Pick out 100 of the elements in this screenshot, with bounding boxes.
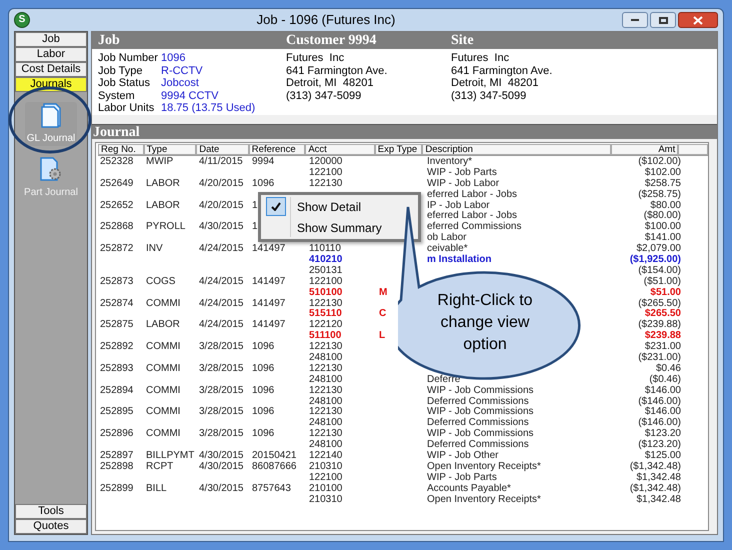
- table-cell-text: 515110: [309, 309, 343, 320]
- table-cell-text: 120000: [309, 157, 344, 168]
- table-cell-text: $51.00: [650, 288, 681, 298]
- column-header[interactable]: Description: [422, 144, 611, 155]
- table-cell-text: 122130: [309, 429, 344, 440]
- column-header[interactable]: Date: [196, 144, 249, 155]
- table-cell-text: 122140: [309, 451, 344, 462]
- table-cell-text: eferred Labor - Jobs: [427, 211, 518, 222]
- table-cell-text: ($146.00): [637, 418, 681, 428]
- table-cell-text: 252895: [100, 407, 134, 418]
- table-cell-text: 4/24/2015: [199, 320, 244, 332]
- sidebar-tab[interactable]: Job: [15, 32, 87, 47]
- callout-text: change view: [440, 313, 530, 333]
- field-label: System: [98, 90, 136, 102]
- table-cell-text: COMMI: [146, 407, 182, 418]
- section-title: Job: [98, 32, 121, 50]
- table-cell-text: 510100: [309, 288, 344, 299]
- table-cell-text: Deferre: [427, 374, 462, 386]
- table-cell-text: WIP - Job Commissions: [427, 386, 535, 396]
- table-cell-text: COMMI: [146, 364, 182, 375]
- table-cell-text: $100.00: [644, 222, 681, 232]
- table-cell-text: IP - Job Labor: [427, 200, 491, 211]
- table-cell-text: 252873: [100, 276, 134, 288]
- column-header[interactable]: Exp Type: [374, 144, 422, 155]
- table-cell-text: Deferred Commissions: [427, 440, 530, 450]
- table-cell-text: ($258.75): [637, 190, 681, 200]
- table-cell-text: ($102.00): [637, 157, 681, 167]
- table-cell-text: ($265.50): [637, 298, 681, 309]
- column-header[interactable]: Amt: [610, 144, 678, 155]
- table-cell-text: 252649: [100, 178, 134, 190]
- table-cell-text: ($146.00): [637, 396, 681, 407]
- table-cell-text: 252652: [100, 200, 134, 212]
- minimize-button[interactable]: [622, 12, 648, 28]
- window-title: Job - 1096 (Futures Inc): [256, 11, 396, 30]
- field-value: 1096: [161, 52, 186, 64]
- table-cell-text: 4/11/2015: [199, 157, 244, 168]
- table-cell-text: M: [379, 288, 388, 299]
- app-logo: S: [14, 12, 30, 28]
- table-cell-text: COMMI: [146, 386, 182, 397]
- table-cell-text: 248100: [309, 353, 344, 364]
- close-button[interactable]: [678, 12, 718, 28]
- table-cell-text: 20150421: [252, 451, 298, 462]
- table-cell-text: WIP - Job Parts: [427, 472, 498, 484]
- table-cell-text: $2,079.00: [636, 244, 681, 254]
- table-cell-text: COMMI: [146, 298, 182, 310]
- table-cell-text: 8757643: [252, 484, 292, 495]
- customer-address-line: Futures Inc: [286, 52, 346, 64]
- table-cell-text: ($239.88): [637, 320, 681, 330]
- table-cell-text: 141497: [252, 276, 286, 288]
- table-cell-text: 122130: [309, 298, 344, 309]
- table-cell-text: eferred Labor - Jobs: [427, 190, 518, 200]
- table-cell-text: 1096: [252, 407, 276, 418]
- table-cell-text: L: [379, 331, 386, 342]
- table-cell-text: Deferred Commissions: [427, 396, 529, 407]
- column-header[interactable]: Acct: [305, 144, 375, 155]
- table-cell-text: MWIP: [146, 157, 174, 168]
- sidebar-tab[interactable]: Quotes: [15, 519, 87, 534]
- table-cell-text: RCPT: [146, 462, 174, 473]
- section-title: Customer 9994: [286, 32, 378, 50]
- site-address-line: (313) 347-5099: [451, 90, 528, 102]
- table-cell-text: 141497: [252, 244, 286, 256]
- column-header[interactable]: Reg No.: [98, 144, 144, 155]
- table-cell-text: ($154.00): [638, 266, 681, 276]
- table-cell-text: $265.50: [644, 309, 681, 320]
- table-cell-text: 1096: [252, 364, 276, 375]
- table-cell-text: 252328: [100, 157, 134, 168]
- table-cell-text: 410210: [309, 255, 344, 266]
- table-cell-text: 252894: [100, 386, 134, 397]
- table-cell-text: 122130: [309, 407, 344, 418]
- sidebar-tab[interactable]: Tools: [15, 504, 87, 519]
- table-cell-text: 250131: [309, 266, 344, 277]
- table-cell-text: 3/28/2015: [199, 429, 244, 440]
- table-cell-text: 4/24/2015: [199, 244, 244, 256]
- table-cell-text: COGS: [146, 276, 176, 288]
- field-value: 9994 CCTV: [161, 90, 218, 102]
- maximize-button[interactable]: [650, 12, 676, 28]
- table-cell-text: 4/24/2015: [199, 276, 244, 288]
- field-value: Jobcost: [161, 77, 199, 90]
- table-cell-text: 9994: [252, 157, 276, 168]
- table-cell-text: 252872: [100, 244, 134, 256]
- table-cell-text: BILL: [146, 484, 168, 495]
- table-cell-text: 110110: [309, 244, 342, 255]
- column-header[interactable]: Type: [144, 144, 196, 155]
- site-address-line: Detroit, MI 48201: [451, 77, 540, 90]
- menu-item[interactable]: Show Summary: [261, 217, 418, 238]
- table-cell-text: 252896: [100, 429, 134, 440]
- table-cell-text: Open Inventory Receipts*: [427, 462, 542, 472]
- menu-item[interactable]: Show Detail: [261, 196, 418, 217]
- table-cell-text: 3/28/2015: [199, 364, 244, 375]
- table-cell-text: 122130: [309, 364, 344, 375]
- table-cell-text: ($1,342.48): [628, 484, 681, 494]
- table-cell-text: 252897: [100, 451, 134, 462]
- table-cell-text: C: [379, 309, 388, 320]
- table-cell-text: 252875: [100, 320, 134, 332]
- table-cell-text: PYROLL: [146, 222, 186, 234]
- table-cell-text: LABOR: [146, 178, 181, 190]
- sidebar-tab[interactable]: Labor: [15, 47, 87, 62]
- table-cell-text: $0.46: [656, 364, 681, 374]
- column-header[interactable]: Reference: [248, 144, 306, 155]
- sidebar-tab[interactable]: Cost Details: [15, 62, 87, 77]
